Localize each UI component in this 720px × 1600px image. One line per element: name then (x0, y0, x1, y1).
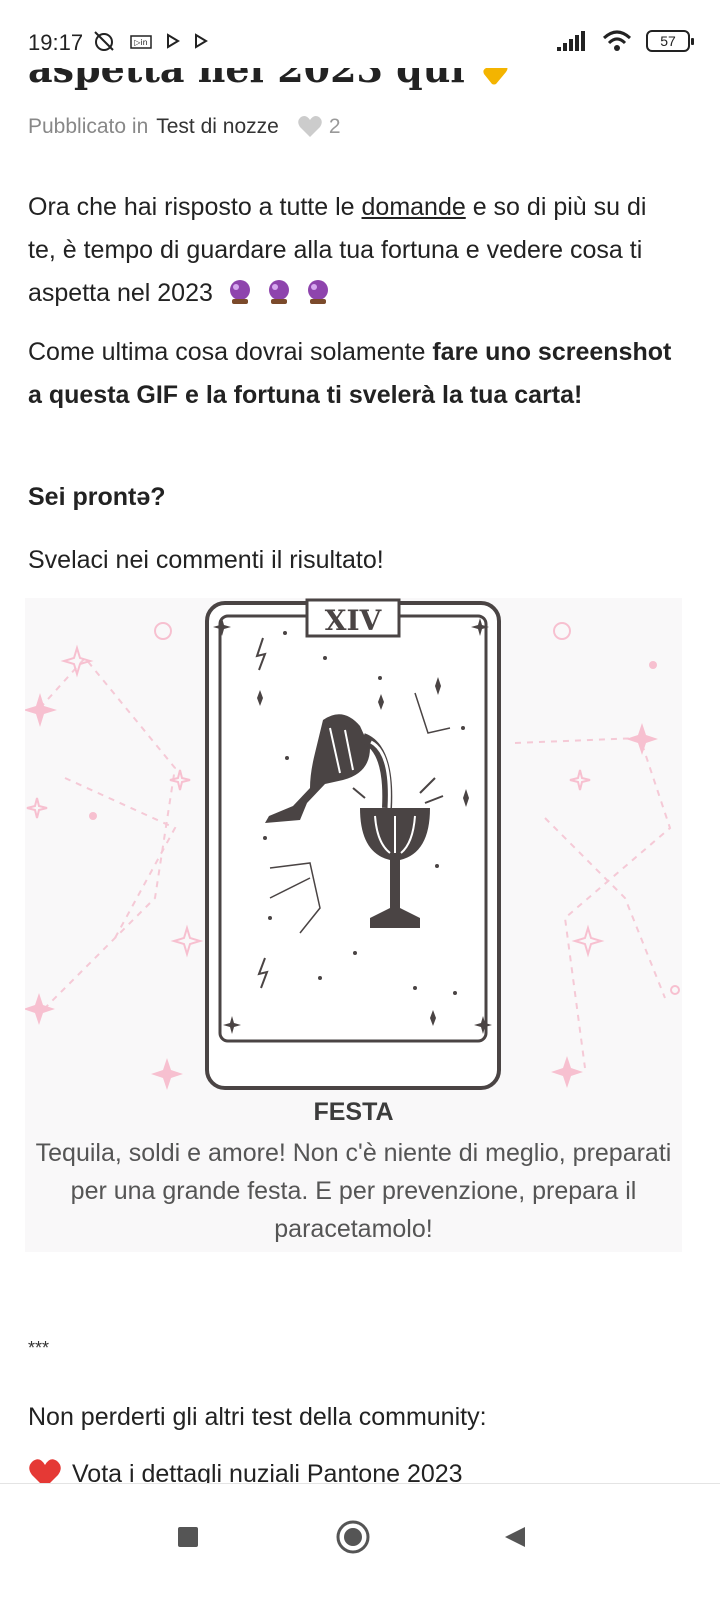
intro-paragraph: Ora che hai risposto a tutte le domande … (28, 186, 678, 315)
pantone-test-label: Vota i dettagli nuziali Pantone 2023 (72, 1460, 463, 1485)
article-meta: Pubblicato in Test di nozze 2 (28, 115, 341, 139)
status-notifications: ▷in (92, 30, 208, 52)
status-bar: 19:17 ▷in 57 (0, 0, 720, 68)
app-notification-icon: ▷in (130, 35, 152, 49)
published-label: Pubblicato in (28, 115, 149, 138)
pantone-test-link[interactable]: Vota i dettagli nuziali Pantone 2023 (28, 1453, 678, 1485)
tarot-card-description: Tequila, soldi e amore! Non c'è niente d… (35, 1139, 672, 1243)
crystal-ball-icon (229, 280, 250, 304)
svg-text:▷in: ▷in (134, 38, 147, 47)
crystal-ball-icon (268, 280, 289, 304)
status-system: 57 (556, 30, 694, 52)
recent-apps-button[interactable] (163, 1512, 213, 1562)
tarot-card-image[interactable]: XIV FESTA Tequila, soldi e amore! Non c'… (25, 598, 682, 1252)
questions-link[interactable]: domande (362, 193, 466, 221)
signal-icon (557, 31, 585, 51)
heart-icon (298, 116, 322, 137)
crystal-ball-icon (307, 280, 328, 304)
tarot-card-name: FESTA (313, 1098, 394, 1126)
intro-text-start: Ora che hai risposto a tutte le (28, 193, 362, 221)
heart-icon (29, 1459, 61, 1485)
back-triangle-icon (505, 1527, 525, 1547)
play-store-icon (167, 33, 180, 49)
back-button[interactable] (490, 1512, 540, 1562)
square-icon (178, 1527, 198, 1547)
home-button[interactable] (328, 1512, 378, 1562)
reveal-prompt: Svelaci nei commenti il risultato! (28, 546, 384, 574)
instruction-text: Come ultima cosa dovrai solamente (28, 338, 433, 366)
like-button[interactable]: 2 (297, 115, 341, 139)
play-store-icon (195, 33, 208, 49)
section-separator: *** (28, 1338, 50, 1358)
tarot-numeral: XIV (325, 604, 383, 637)
tarot-illustration: XIV (25, 598, 680, 1090)
battery-indicator: 57 (646, 30, 694, 52)
ready-question: Sei prontə? (28, 483, 166, 511)
community-tests-heading: Non perderti gli altri test della commun… (28, 1403, 487, 1431)
instruction-paragraph: Come ultima cosa dovrai solamente fare u… (28, 331, 678, 417)
alarm-off-icon (94, 31, 114, 51)
wifi-icon (602, 30, 632, 51)
home-circle-icon (336, 1520, 370, 1554)
category-link[interactable]: Test di nozze (156, 115, 279, 139)
like-count: 2 (328, 115, 341, 138)
status-time: 19:17 (28, 30, 84, 55)
system-navigation-bar (0, 1483, 720, 1600)
